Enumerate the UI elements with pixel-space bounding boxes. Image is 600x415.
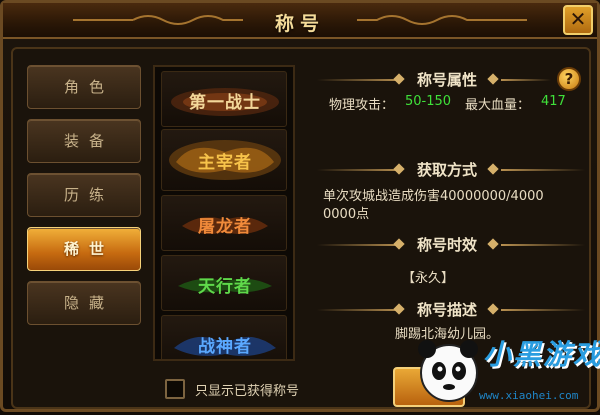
help-icon[interactable]: ? [557, 67, 581, 91]
site-watermark: 小黑游戏 www.xiaohei.com [413, 333, 600, 415]
title-badge-label: 天行者 [198, 277, 252, 297]
title-badge-item[interactable]: 天行者 [161, 255, 287, 311]
divider [501, 169, 585, 171]
tab-experience[interactable]: 历练 [27, 173, 141, 217]
watermark-url: www.xiaohei.com [479, 389, 579, 402]
tab-hidden[interactable]: 隐藏 [27, 281, 141, 325]
show-obtained-label: 只显示已获得称号 [195, 384, 300, 399]
close-button[interactable]: ✕ [563, 5, 593, 35]
title-list[interactable]: 第一战士 主宰者 屠龙者 天行者 战神者 [153, 65, 295, 361]
title-badge-label: 第一战士 [189, 93, 261, 113]
divider [501, 79, 551, 81]
obtain-text-line: 0000点 [323, 207, 370, 222]
close-icon: ✕ [569, 7, 587, 31]
divider [501, 309, 585, 311]
title-badge-label: 战神者 [198, 337, 252, 357]
show-obtained-checkbox[interactable] [165, 379, 185, 399]
right-ornament-icon [357, 15, 527, 25]
attack-label: 物理攻击： [329, 98, 395, 113]
title-badge-label: 屠龙者 [198, 217, 252, 237]
title-badge-item[interactable]: 战神者 [161, 315, 287, 359]
attack-value: 50-150 [405, 94, 452, 109]
title-badge-item[interactable]: 主宰者 [161, 129, 287, 191]
watermark-name: 小黑游戏 [483, 338, 600, 371]
title-badge-item[interactable]: 屠龙者 [161, 195, 287, 251]
hp-label: 最大血量： [465, 98, 531, 113]
obtain-text-line: 单次攻城战造成伤害40000000/4000 [323, 189, 544, 204]
tab-rare[interactable]: 稀世 [27, 227, 141, 271]
title-badge-label: 主宰者 [198, 153, 252, 173]
divider [501, 244, 585, 246]
duration-value: 【永久】 [401, 271, 454, 286]
title-window: 称号 ✕ 角色 装备 历练 稀世 隐藏 第一战士 主宰者 屠龙者 天行者 战神者… [0, 0, 600, 412]
tab-role[interactable]: 角色 [27, 65, 141, 109]
tab-equipment[interactable]: 装备 [27, 119, 141, 163]
title-bar: 称号 ✕ [3, 3, 597, 39]
hp-value: 417 [541, 94, 566, 109]
title-badge-item[interactable]: 第一战士 [161, 71, 287, 127]
panda-logo-icon [418, 340, 478, 402]
